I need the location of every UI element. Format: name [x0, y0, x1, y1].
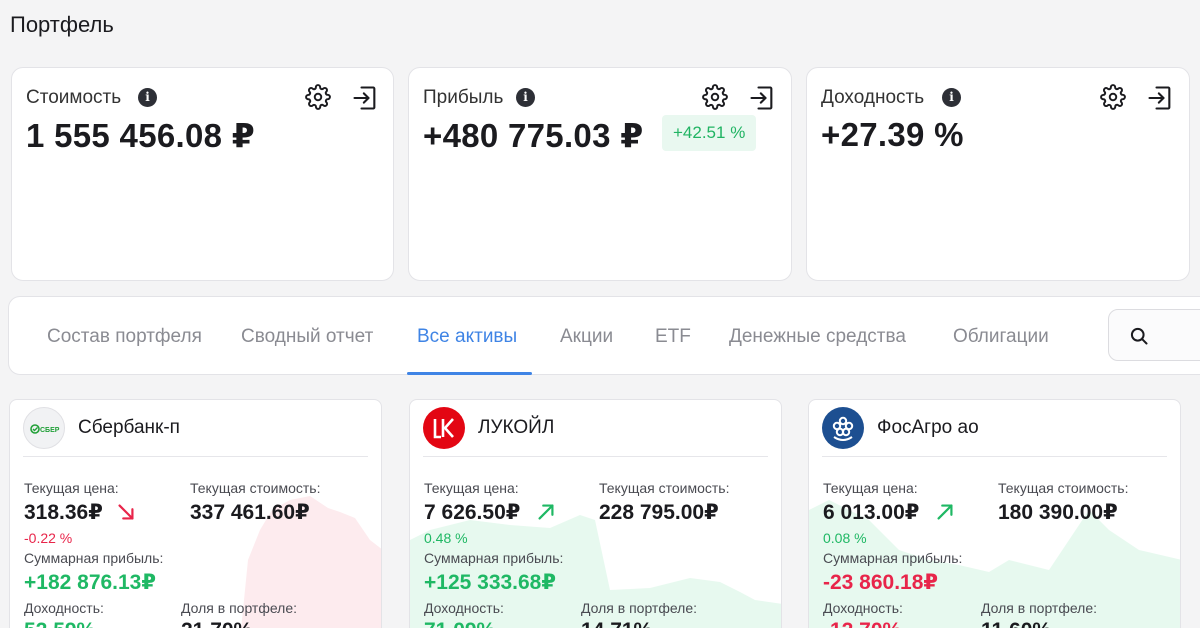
summary-card-profit: Прибыль i +480 775.03 ₽ +42.51 %: [408, 67, 792, 281]
tab-etf[interactable]: ETF: [655, 326, 691, 348]
price-change: -0.22 %: [24, 530, 73, 546]
info-icon[interactable]: i: [516, 88, 535, 107]
share-value: 14.71%: [581, 619, 652, 628]
trend-up-icon: [538, 504, 554, 520]
info-icon[interactable]: i: [138, 88, 157, 107]
cost-label: Текущая стоимость:: [998, 480, 1129, 496]
share-value: 11.60%: [981, 619, 1051, 628]
tab-bonds[interactable]: Облигации: [953, 326, 1049, 348]
yield-label: Доходность:: [24, 600, 104, 616]
summary-label: Прибыль: [423, 87, 504, 108]
gear-icon[interactable]: [702, 84, 728, 110]
price-change: 0.48 %: [424, 530, 468, 546]
lukoil-logo: [423, 407, 465, 449]
summary-value: +27.39 %: [821, 116, 964, 153]
trend-down-icon: [118, 504, 134, 520]
asset-tabs-bar: Состав портфеля Сводный отчет Все активы…: [8, 296, 1200, 375]
info-icon[interactable]: i: [942, 88, 961, 107]
phosagro-logo: [822, 407, 864, 449]
asset-card-phosagro[interactable]: ФосАгро ао Текущая цена: Текущая стоимос…: [808, 399, 1181, 628]
divider: [423, 456, 768, 457]
tab-portfolio-composition[interactable]: Состав портфеля: [47, 326, 202, 348]
current-cost: 228 795.00₽: [599, 501, 719, 524]
summary-label: Доходность: [821, 87, 925, 108]
total-profit: -23 860.18₽: [823, 571, 939, 594]
total-profit: +125 333.68₽: [424, 571, 556, 594]
yield-value: 52.59%: [24, 619, 95, 628]
yield-label: Доходность:: [823, 600, 903, 616]
current-cost: 180 390.00₽: [998, 501, 1118, 524]
export-icon[interactable]: [351, 84, 379, 112]
gear-icon[interactable]: [1100, 84, 1126, 110]
divider: [822, 456, 1167, 457]
profit-label: Суммарная прибыль:: [823, 550, 963, 566]
search-input[interactable]: [1108, 309, 1200, 361]
cost-label: Текущая стоимость:: [599, 480, 730, 496]
trend-up-icon: [937, 504, 953, 520]
search-icon: [1130, 327, 1148, 345]
share-label: Доля в портфеле:: [181, 600, 298, 616]
asset-card-sber[interactable]: СБЕР Сбербанк-п Текущая цена: Текущая ст…: [9, 399, 382, 628]
price-label: Текущая цена:: [823, 480, 918, 496]
page-title: Портфель: [10, 12, 114, 37]
summary-value: +480 775.03 ₽: [423, 117, 644, 154]
profit-percent-badge: +42.51 %: [662, 115, 757, 151]
yield-label: Доходность:: [424, 600, 504, 616]
summary-label: Стоимость: [26, 87, 122, 108]
active-tab-indicator: [407, 372, 532, 375]
tab-stocks[interactable]: Акции: [560, 326, 613, 348]
current-price: 7 626.50₽: [424, 501, 521, 524]
share-value: 21.70%: [181, 619, 252, 628]
summary-value: 1 555 456.08 ₽: [26, 117, 256, 154]
tab-all-assets[interactable]: Все активы: [417, 326, 517, 348]
export-icon[interactable]: [748, 84, 776, 112]
asset-name: ЛУКОЙЛ: [478, 417, 555, 438]
current-price: 318.36₽: [24, 501, 103, 524]
export-icon[interactable]: [1146, 84, 1174, 112]
yield-value: 71.09%: [424, 619, 495, 628]
price-label: Текущая цена:: [24, 480, 119, 496]
profit-label: Суммарная прибыль:: [24, 550, 164, 566]
summary-card-yield: Доходность i +27.39 %: [806, 67, 1190, 281]
share-label: Доля в портфеле:: [581, 600, 698, 616]
sber-logo-text: СБЕР: [40, 427, 60, 434]
sber-logo: СБЕР: [23, 407, 65, 449]
total-profit: +182 876.13₽: [24, 571, 156, 594]
current-cost: 337 461.60₽: [190, 501, 310, 524]
profit-label: Суммарная прибыль:: [424, 550, 564, 566]
yield-value: -12.70%: [823, 619, 901, 628]
price-label: Текущая цена:: [424, 480, 519, 496]
cost-label: Текущая стоимость:: [190, 480, 321, 496]
divider: [23, 456, 368, 457]
current-price: 6 013.00₽: [823, 501, 920, 524]
tab-summary-report[interactable]: Сводный отчет: [241, 326, 373, 348]
gear-icon[interactable]: [305, 84, 331, 110]
price-change: 0.08 %: [823, 530, 867, 546]
share-label: Доля в портфеле:: [981, 600, 1098, 616]
asset-name: ФосАгро ао: [877, 417, 979, 438]
tab-cash[interactable]: Денежные средства: [729, 326, 906, 348]
summary-card-value: Стоимость i 1 555 456.08 ₽: [11, 67, 394, 281]
asset-card-lukoil[interactable]: ЛУКОЙЛ Текущая цена: Текущая стоимость: …: [409, 399, 782, 628]
asset-name: Сбербанк-п: [78, 417, 180, 438]
